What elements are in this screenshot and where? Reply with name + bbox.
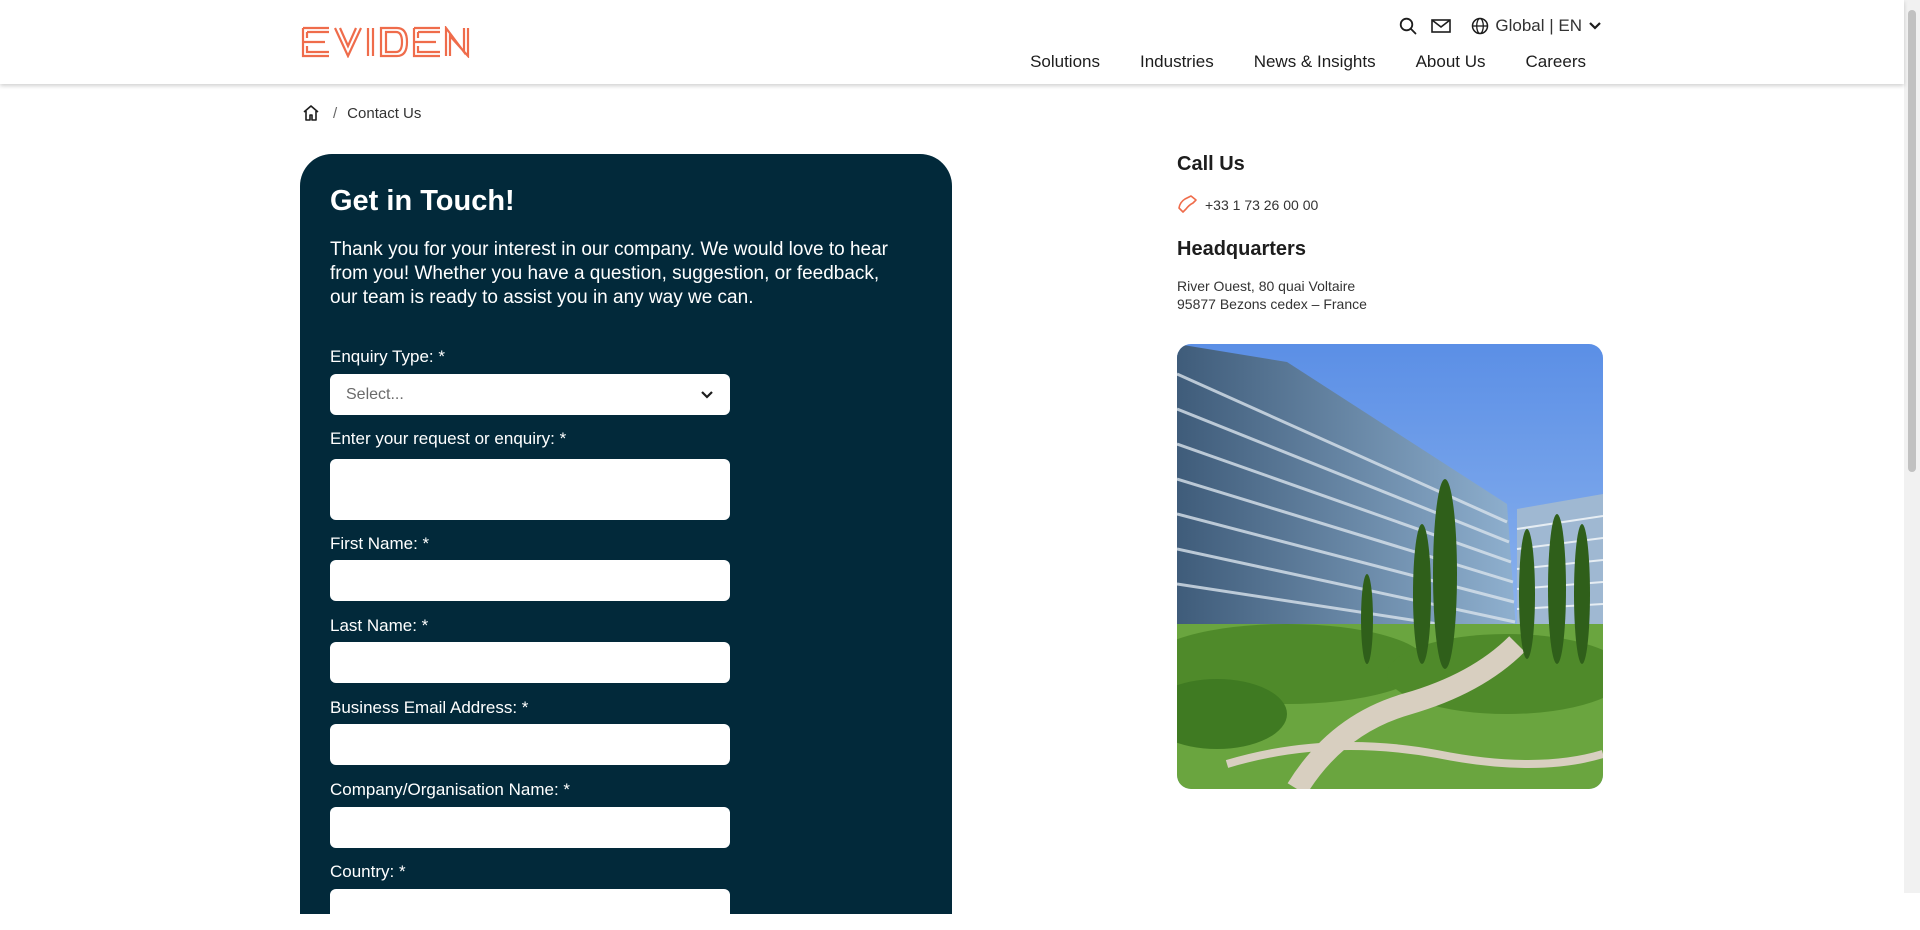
main-nav: Solutions Industries News & Insights Abo… — [990, 52, 1586, 72]
last-name-label: Last Name: * — [330, 616, 429, 635]
page-scrollbar[interactable] — [1904, 0, 1920, 893]
company-label: Company/Organisation Name: * — [330, 780, 571, 799]
first-name-input[interactable] — [330, 560, 730, 601]
country-select[interactable] — [330, 889, 730, 930]
address-block: River Ouest, 80 quai Voltaire 95877 Bezo… — [1177, 277, 1367, 313]
email-input[interactable] — [330, 724, 730, 765]
utility-bar: Global | EN — [1397, 16, 1602, 36]
last-name-input[interactable] — [330, 642, 730, 683]
form-intro: Thank you for your interest in our compa… — [330, 239, 888, 308]
enquiry-type-placeholder: Select... — [346, 385, 404, 403]
breadcrumb: / Contact Us — [301, 103, 421, 123]
chevron-down-icon — [701, 390, 713, 399]
form-title: Get in Touch! — [330, 185, 515, 217]
phone-number[interactable]: +33 1 73 26 00 00 — [1205, 197, 1318, 213]
address-line-2: 95877 Bezons cedex – France — [1177, 296, 1367, 312]
language-label: Global | EN — [1495, 16, 1582, 35]
nav-careers[interactable]: Careers — [1526, 52, 1586, 72]
site-header: Global | EN Solutions Industries News & … — [0, 0, 1904, 84]
call-us-heading: Call Us — [1177, 153, 1245, 175]
email-label: Business Email Address: * — [330, 698, 529, 717]
breadcrumb-current: Contact Us — [347, 104, 422, 122]
search-icon[interactable] — [1397, 15, 1419, 37]
country-label: Country: * — [330, 862, 406, 881]
mail-icon[interactable] — [1430, 15, 1452, 37]
company-input[interactable] — [330, 807, 730, 848]
language-selector[interactable]: Global | EN — [1471, 16, 1602, 36]
globe-icon — [1472, 17, 1489, 35]
phone-row[interactable]: +33 1 73 26 00 00 — [1177, 194, 1318, 216]
breadcrumb-separator: / — [333, 104, 338, 122]
home-icon[interactable] — [301, 103, 321, 123]
eviden-logo[interactable] — [301, 26, 471, 58]
nav-industries[interactable]: Industries — [1140, 52, 1214, 72]
headquarters-heading: Headquarters — [1177, 238, 1306, 260]
contact-form-card: Get in Touch! Thank you for your interes… — [300, 154, 952, 930]
scrollbar-thumb[interactable] — [1908, 10, 1916, 472]
nav-news-insights[interactable]: News & Insights — [1254, 52, 1376, 72]
address-line-1: River Ouest, 80 quai Voltaire — [1177, 278, 1356, 294]
nav-solutions[interactable]: Solutions — [1030, 52, 1100, 72]
nav-about-us[interactable]: About Us — [1416, 52, 1486, 72]
headquarters-photo — [1177, 344, 1603, 789]
first-name-label: First Name: * — [330, 534, 430, 553]
enquiry-type-label: Enquiry Type: * — [330, 347, 445, 366]
phone-icon — [1178, 195, 1197, 213]
request-label: Enter your request or enquiry: * — [330, 429, 567, 448]
chevron-down-icon — [1589, 22, 1601, 30]
request-textarea[interactable] — [330, 459, 730, 520]
enquiry-type-select[interactable]: Select... — [330, 374, 730, 415]
